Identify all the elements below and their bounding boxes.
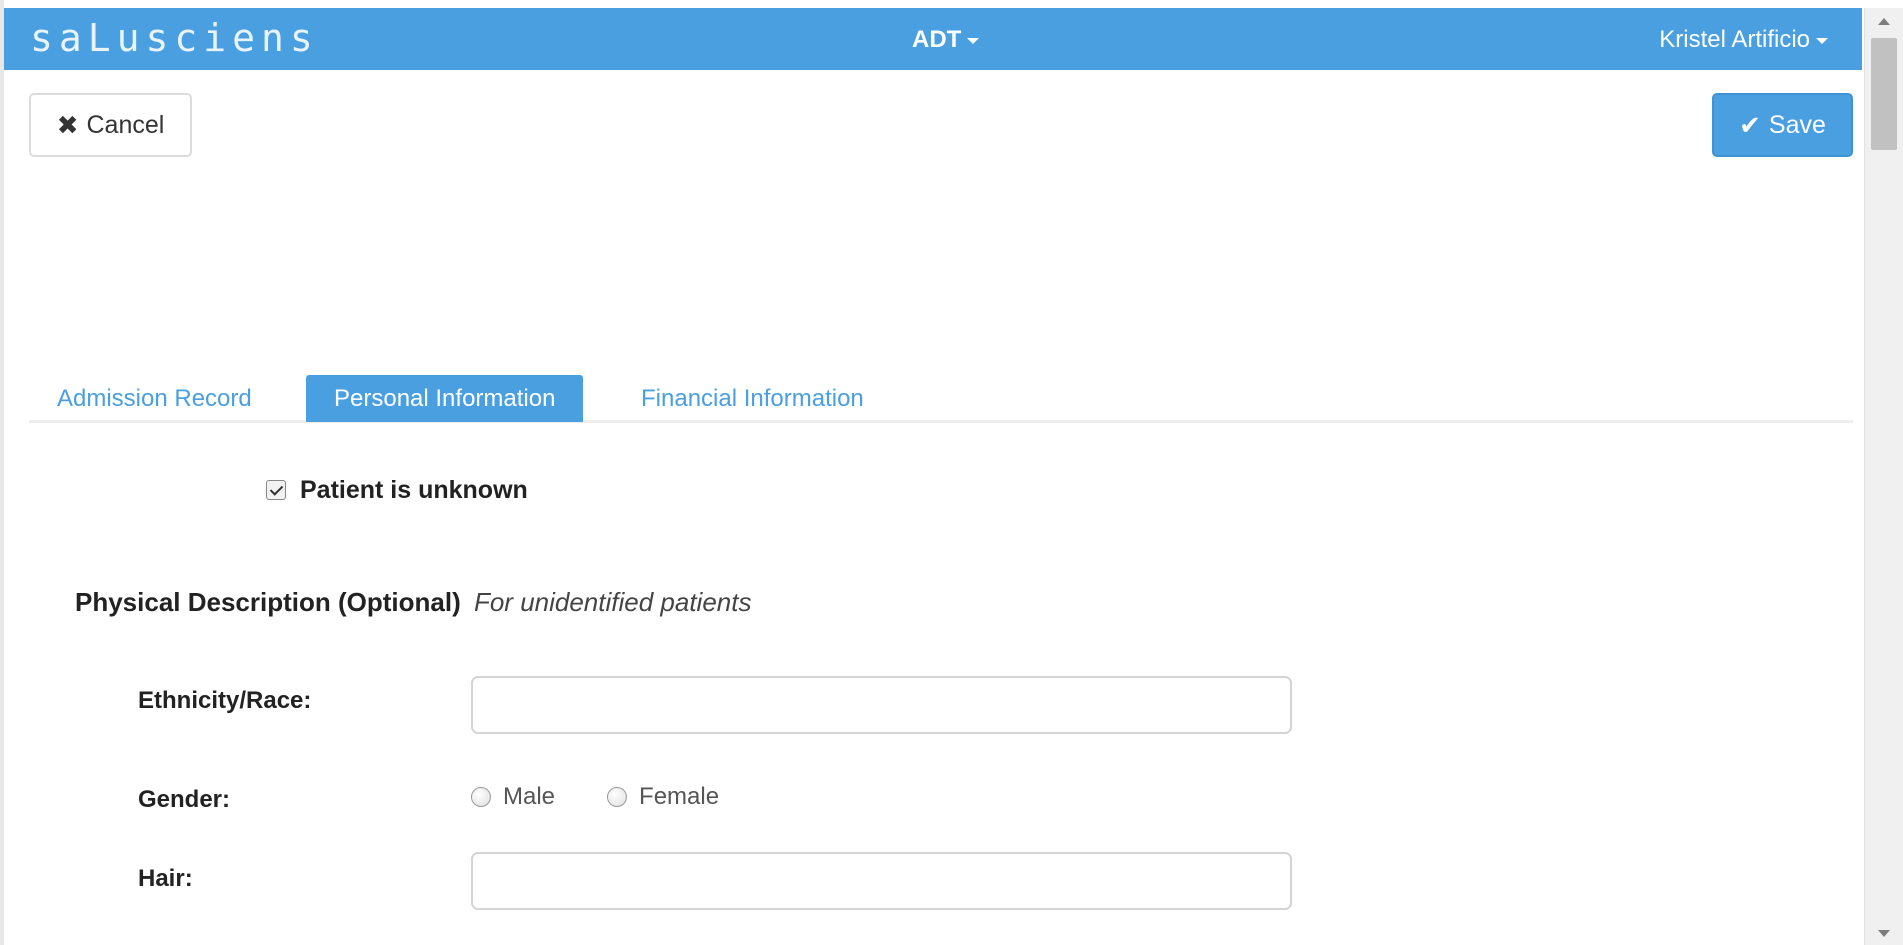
physical-description-heading: Physical Description (Optional) For unid… bbox=[75, 587, 751, 618]
check-icon: ✔ bbox=[1739, 110, 1761, 140]
brand-logo[interactable]: saLusciens bbox=[30, 18, 319, 58]
save-button[interactable]: ✔ Save bbox=[1712, 93, 1853, 157]
form-tabs: Admission Record Personal Information Fi… bbox=[29, 375, 1853, 423]
section-subtitle: For unidentified patients bbox=[473, 587, 752, 617]
user-menu[interactable]: Kristel Artificio bbox=[1659, 28, 1828, 52]
cancel-button[interactable]: ✖ Cancel bbox=[29, 93, 192, 157]
section-title: Physical Description (Optional) bbox=[75, 587, 461, 617]
gender-male-label: Male bbox=[503, 783, 556, 810]
close-icon: ✖ bbox=[56, 110, 79, 140]
caret-down-icon bbox=[1816, 37, 1828, 44]
caret-down-icon bbox=[967, 37, 980, 44]
hair-input[interactable] bbox=[471, 852, 1292, 910]
gender-label: Gender: bbox=[138, 786, 231, 813]
patient-unknown-row: Patient is unknown bbox=[266, 475, 528, 504]
cancel-button-label: Cancel bbox=[86, 111, 165, 139]
vertical-scrollbar[interactable] bbox=[1864, 8, 1903, 945]
module-menu[interactable]: ADT bbox=[912, 26, 980, 53]
scroll-thumb[interactable] bbox=[1871, 38, 1897, 150]
patient-unknown-checkbox[interactable] bbox=[266, 480, 286, 500]
user-name: Kristel Artificio bbox=[1659, 26, 1810, 53]
gender-female-label: Female bbox=[639, 783, 720, 810]
tab-financial-information[interactable]: Financial Information bbox=[613, 375, 892, 422]
save-button-label: Save bbox=[1768, 111, 1826, 139]
gender-option-female[interactable]: Female bbox=[607, 783, 719, 811]
ethnicity-label: Ethnicity/Race: bbox=[138, 687, 312, 714]
patient-unknown-label: Patient is unknown bbox=[300, 475, 528, 504]
tab-personal-information[interactable]: Personal Information bbox=[306, 375, 584, 422]
top-navbar: saLusciens ADT Kristel Artificio bbox=[4, 8, 1862, 70]
page-frame bbox=[0, 0, 1903, 945]
scroll-down-icon[interactable] bbox=[1878, 930, 1890, 937]
gender-female-radio[interactable] bbox=[607, 787, 628, 807]
gender-male-radio[interactable] bbox=[471, 787, 491, 807]
tab-admission-record[interactable]: Admission Record bbox=[29, 375, 280, 422]
gender-option-male[interactable]: Male bbox=[471, 783, 555, 811]
hair-label: Hair: bbox=[138, 865, 193, 892]
scroll-up-icon[interactable] bbox=[1878, 18, 1890, 25]
gender-radio-group: Male Female bbox=[471, 783, 761, 811]
ethnicity-input[interactable] bbox=[471, 676, 1292, 734]
module-menu-label: ADT bbox=[912, 26, 962, 53]
